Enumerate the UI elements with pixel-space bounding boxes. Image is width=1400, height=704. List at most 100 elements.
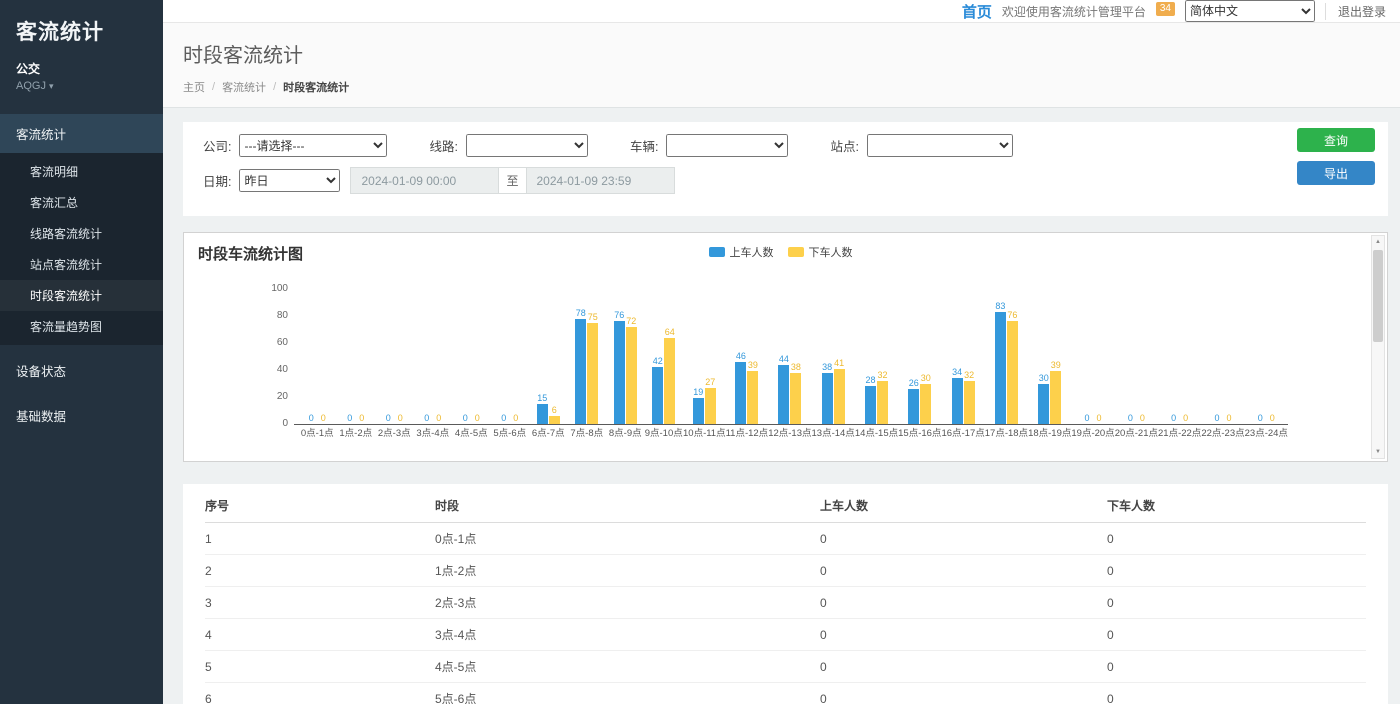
bar-boarding[interactable]: [652, 367, 663, 424]
export-button[interactable]: 导出: [1297, 161, 1375, 185]
bar-wrap: 30: [1038, 373, 1049, 425]
legend-item-0[interactable]: 上车人数: [709, 244, 774, 260]
scroll-down-icon[interactable]: ▼: [1375, 446, 1381, 458]
x-tick-label: 9点-10点: [645, 426, 683, 442]
line-select[interactable]: [466, 134, 588, 157]
x-tick-label: 8点-9点: [609, 426, 642, 442]
scroll-up-icon[interactable]: ▲: [1375, 236, 1381, 248]
bar-alighting[interactable]: [877, 381, 888, 424]
bar-alighting[interactable]: [747, 371, 758, 424]
table-row[interactable]: 10点-1点00: [205, 523, 1366, 555]
bar-alighting[interactable]: [834, 369, 845, 424]
bar-alighting[interactable]: [1050, 371, 1061, 424]
bar-value-label: 83: [995, 301, 1005, 311]
bar-pair: 00: [383, 289, 406, 424]
bar-pair: 7875: [575, 289, 598, 424]
filter-buttons: 查询 导出: [1297, 128, 1375, 185]
table-row[interactable]: 65点-6点00: [205, 683, 1366, 704]
user-name: AQGJ: [16, 80, 46, 92]
home-link[interactable]: 首页: [962, 1, 992, 22]
table-row[interactable]: 54点-5点00: [205, 651, 1366, 683]
sidebar-section-0[interactable]: 客流统计: [0, 114, 163, 153]
bar-alighting[interactable]: [626, 327, 637, 424]
page-title: 时段客流统计: [183, 39, 1380, 68]
bar-pair: 00: [344, 289, 367, 424]
table-cell: 0: [820, 587, 1107, 619]
company-select[interactable]: ---请选择---: [239, 134, 387, 157]
bar-alighting[interactable]: [790, 373, 801, 424]
chart-scrollbar[interactable]: ▲ ▼: [1371, 235, 1385, 459]
bar-group: 78757点-8点: [568, 289, 607, 442]
bar-boarding[interactable]: [1038, 384, 1049, 425]
bar-wrap: 0: [1137, 413, 1148, 424]
scrollbar-thumb[interactable]: [1373, 250, 1383, 342]
table-row[interactable]: 21点-2点00: [205, 555, 1366, 587]
logout-link[interactable]: 退出登录: [1325, 3, 1386, 20]
bar-boarding[interactable]: [952, 378, 963, 424]
bar-boarding[interactable]: [865, 386, 876, 424]
bar-group: 42649点-10点: [645, 289, 684, 442]
bar-value-label: 0: [513, 413, 518, 423]
sidebar-section-2[interactable]: 基础数据: [0, 396, 163, 435]
date-to-input[interactable]: [527, 168, 674, 193]
bar-alighting[interactable]: [587, 323, 598, 424]
bar-wrap: 0: [1125, 413, 1136, 424]
table-header-cell: 下车人数: [1107, 488, 1366, 523]
bar-alighting[interactable]: [1007, 321, 1018, 424]
breadcrumb-separator: /: [212, 81, 215, 93]
bar-boarding[interactable]: [575, 319, 586, 424]
table-cell: 0: [1107, 523, 1366, 555]
bar-boarding[interactable]: [693, 398, 704, 424]
date-to-separator: 至: [498, 168, 526, 193]
bar-value-label: 0: [1085, 413, 1090, 423]
bar-alighting[interactable]: [549, 416, 560, 424]
station-select[interactable]: [867, 134, 1013, 157]
x-tick-label: 2点-3点: [378, 426, 411, 442]
line-group: 线路:: [429, 134, 587, 157]
bar-boarding[interactable]: [995, 312, 1006, 424]
bar-wrap: 39: [1050, 360, 1061, 424]
bar-wrap: 42: [652, 356, 663, 424]
table-row[interactable]: 43点-4点00: [205, 619, 1366, 651]
notification-badge[interactable]: 34: [1156, 2, 1175, 16]
bar-wrap: 0: [1094, 413, 1105, 424]
bar-alighting[interactable]: [964, 381, 975, 424]
bar-boarding[interactable]: [908, 389, 919, 424]
sidebar-item[interactable]: 客流量趋势图: [0, 311, 163, 342]
breadcrumb-item[interactable]: 客流统计: [222, 79, 266, 95]
user-menu[interactable]: AQGJ▾: [16, 80, 147, 92]
bar-boarding[interactable]: [822, 373, 833, 424]
bar-boarding[interactable]: [735, 362, 746, 424]
sidebar-item[interactable]: 线路客流统计: [0, 218, 163, 249]
sidebar-item[interactable]: 时段客流统计: [0, 280, 163, 311]
sidebar-item[interactable]: 客流明细: [0, 156, 163, 187]
bar-alighting[interactable]: [705, 388, 716, 424]
sidebar-item[interactable]: 客流汇总: [0, 187, 163, 218]
bar-value-label: 39: [748, 360, 758, 370]
sidebar-section-1[interactable]: 设备状态: [0, 351, 163, 390]
vehicle-select[interactable]: [666, 134, 788, 157]
legend-item-1[interactable]: 下车人数: [788, 244, 853, 260]
bar-boarding[interactable]: [537, 404, 548, 424]
company-label: 公司:: [203, 136, 231, 155]
date-preset-select[interactable]: 昨日: [239, 169, 340, 192]
bar-wrap: 0: [1255, 413, 1266, 424]
x-tick-label: 22点-23点: [1201, 426, 1244, 442]
bar-pair: 156: [537, 289, 560, 424]
bar-alighting[interactable]: [920, 384, 931, 425]
date-from-input[interactable]: [351, 168, 498, 193]
breadcrumb-item[interactable]: 主页: [183, 79, 205, 95]
bar-wrap: 0: [306, 413, 317, 424]
bar-group: 283214点-15点: [855, 289, 898, 442]
query-button[interactable]: 查询: [1297, 128, 1375, 152]
language-select[interactable]: 简体中文: [1185, 0, 1315, 22]
table-cell: 4: [205, 619, 435, 651]
table-row[interactable]: 32点-3点00: [205, 587, 1366, 619]
bar-group: 443812点-13点: [768, 289, 811, 442]
bar-boarding[interactable]: [614, 321, 625, 424]
bar-alighting[interactable]: [664, 338, 675, 424]
bar-boarding[interactable]: [778, 365, 789, 424]
sidebar-item[interactable]: 站点客流统计: [0, 249, 163, 280]
bar-value-label: 0: [1097, 413, 1102, 423]
bar-wrap: 46: [735, 351, 746, 424]
